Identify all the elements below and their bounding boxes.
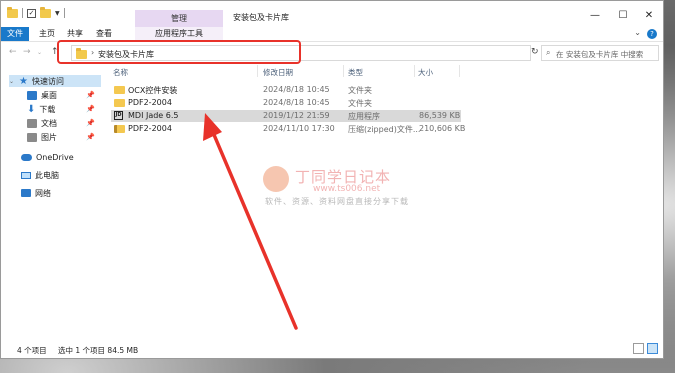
annotation-highlight-box [57, 40, 301, 64]
quick-access-toolbar: ✓ ▼ [7, 6, 65, 18]
maximize-button[interactable]: ☐ [613, 10, 633, 21]
sidebar-item-label: 网络 [35, 188, 51, 198]
sidebar-item-onedrive[interactable]: OneDrive [21, 151, 101, 163]
sidebar-item-label: 桌面 [41, 90, 57, 100]
pin-icon: 📌 [86, 105, 95, 113]
sidebar-item-pictures[interactable]: 图片 📌 [27, 131, 101, 143]
details-view-button[interactable] [633, 343, 644, 354]
list-item[interactable]: JD MDI Jade 6.5 2019/1/12 21:59 应用程序 86,… [111, 110, 461, 122]
sidebar-item-label: 此电脑 [35, 170, 59, 180]
search-icon: ⌕ [546, 48, 551, 57]
separator [22, 8, 23, 18]
computer-icon [21, 171, 31, 179]
column-header-modified[interactable]: 修改日期 [263, 67, 293, 78]
sidebar-item-label: OneDrive [36, 152, 74, 162]
watermark-subtitle: 软件、资源、资料网盘直接分享下载 [265, 197, 409, 206]
chevron-down-icon[interactable]: ⌄ [634, 28, 641, 37]
customize-toolbar-icon[interactable]: ▼ [55, 10, 60, 17]
pin-icon: 📌 [86, 133, 95, 141]
large-icons-view-button[interactable] [647, 343, 658, 354]
search-input[interactable]: ⌕ 在 安装包及卡片库 中搜索 [541, 45, 659, 61]
chevron-down-icon: ⌄ [9, 77, 15, 85]
column-divider[interactable] [257, 65, 258, 77]
sidebar-item-quick-access[interactable]: ⌄ ★ 快速访问 [9, 75, 101, 87]
file-name: OCX控件安装 [128, 86, 178, 95]
navigation-pane: ⌄ ★ 快速访问 桌面 📌 ⬇ 下载 📌 文档 📌 图片 📌 OneDrive [1, 67, 105, 337]
column-divider[interactable] [343, 65, 344, 77]
folder-icon[interactable] [7, 6, 18, 18]
picture-icon [27, 132, 37, 142]
watermark-url: www.ts006.net [313, 184, 381, 194]
tool-tab-manage[interactable]: 管理 [135, 10, 223, 27]
folder-icon [114, 86, 125, 94]
folder-icon [114, 99, 125, 107]
selection-info: 选中 1 个项目 84.5 MB [58, 346, 139, 355]
file-modified: 2024/8/18 10:45 [263, 85, 330, 94]
list-item[interactable]: OCX控件安装 2024/8/18 10:45 文件夹 [111, 84, 461, 96]
cat-logo-icon [263, 166, 289, 192]
star-icon: ★ [19, 75, 28, 87]
separator [63, 8, 65, 18]
window-title: 安装包及卡片库 [233, 13, 289, 22]
file-modified: 2024/8/18 10:45 [263, 98, 330, 107]
help-icon[interactable]: ? [647, 29, 657, 39]
file-type: 文件夹 [348, 86, 372, 95]
file-name: PDF2-2004 [128, 124, 172, 133]
title-bar: ✓ ▼ 管理 安装包及卡片库 — ☐ ✕ [1, 1, 663, 27]
document-icon [27, 118, 37, 128]
status-bar: 4 个项目 选中 1 个项目 84.5 MB [1, 341, 663, 358]
minimize-button[interactable]: — [585, 10, 605, 21]
file-modified: 2019/1/12 21:59 [263, 111, 330, 120]
zip-folder-icon [114, 125, 125, 133]
tab-view[interactable]: 查看 [91, 27, 117, 41]
app-icon: JD [114, 111, 123, 120]
desktop-icon [27, 90, 37, 100]
pin-icon: 📌 [86, 119, 95, 127]
list-item[interactable]: PDF2-2004 2024/8/18 10:45 文件夹 [111, 97, 461, 109]
file-modified: 2024/11/10 17:30 [263, 124, 335, 133]
download-icon: ⬇ [27, 103, 36, 115]
sidebar-item-this-pc[interactable]: 此电脑 [21, 169, 101, 181]
sidebar-item-label: 图片 [41, 132, 57, 142]
recent-locations-icon[interactable]: ⌄ [37, 49, 42, 56]
column-divider[interactable] [459, 65, 460, 77]
tab-application-tools[interactable]: 应用程序工具 [135, 27, 223, 41]
column-header-size[interactable]: 大小 [418, 67, 433, 78]
file-type: 应用程序 [348, 112, 380, 121]
file-name: PDF2-2004 [128, 98, 172, 107]
file-type: 文件夹 [348, 99, 372, 108]
close-button[interactable]: ✕ [639, 10, 659, 21]
file-type: 压缩(zipped)文件... [348, 125, 421, 134]
cloud-icon [21, 153, 32, 161]
new-folder-icon[interactable] [40, 6, 51, 18]
sidebar-item-label: 快速访问 [31, 76, 64, 86]
properties-icon[interactable]: ✓ [27, 8, 36, 18]
item-count: 4 个项目 [17, 346, 47, 355]
column-divider[interactable] [414, 65, 415, 77]
sidebar-item-downloads[interactable]: ⬇ 下载 📌 [27, 103, 101, 115]
refresh-icon[interactable]: ↻ [531, 47, 539, 57]
network-icon [21, 189, 31, 197]
column-header-name[interactable]: 名称 [113, 67, 128, 78]
sidebar-item-network[interactable]: 网络 [21, 187, 101, 199]
tab-home[interactable]: 主页 [35, 27, 59, 41]
sidebar-item-desktop[interactable]: 桌面 📌 [27, 89, 101, 101]
back-icon[interactable]: ← [9, 47, 17, 57]
list-item[interactable]: PDF2-2004 2024/11/10 17:30 压缩(zipped)文件.… [111, 123, 466, 135]
file-size: 210,606 KB [419, 124, 466, 133]
column-header-type[interactable]: 类型 [348, 67, 363, 78]
sidebar-item-label: 文档 [41, 118, 57, 128]
sidebar-item-documents[interactable]: 文档 📌 [27, 117, 101, 129]
file-name: MDI Jade 6.5 [128, 111, 179, 120]
sidebar-item-label: 下载 [39, 104, 56, 114]
tab-share[interactable]: 共享 [63, 27, 87, 41]
pin-icon: 📌 [86, 91, 95, 99]
file-size: 86,539 KB [419, 111, 461, 120]
search-placeholder: 在 安装包及卡片库 中搜索 [556, 50, 644, 59]
tab-file[interactable]: 文件 [1, 27, 29, 41]
forward-icon[interactable]: → [23, 47, 31, 57]
